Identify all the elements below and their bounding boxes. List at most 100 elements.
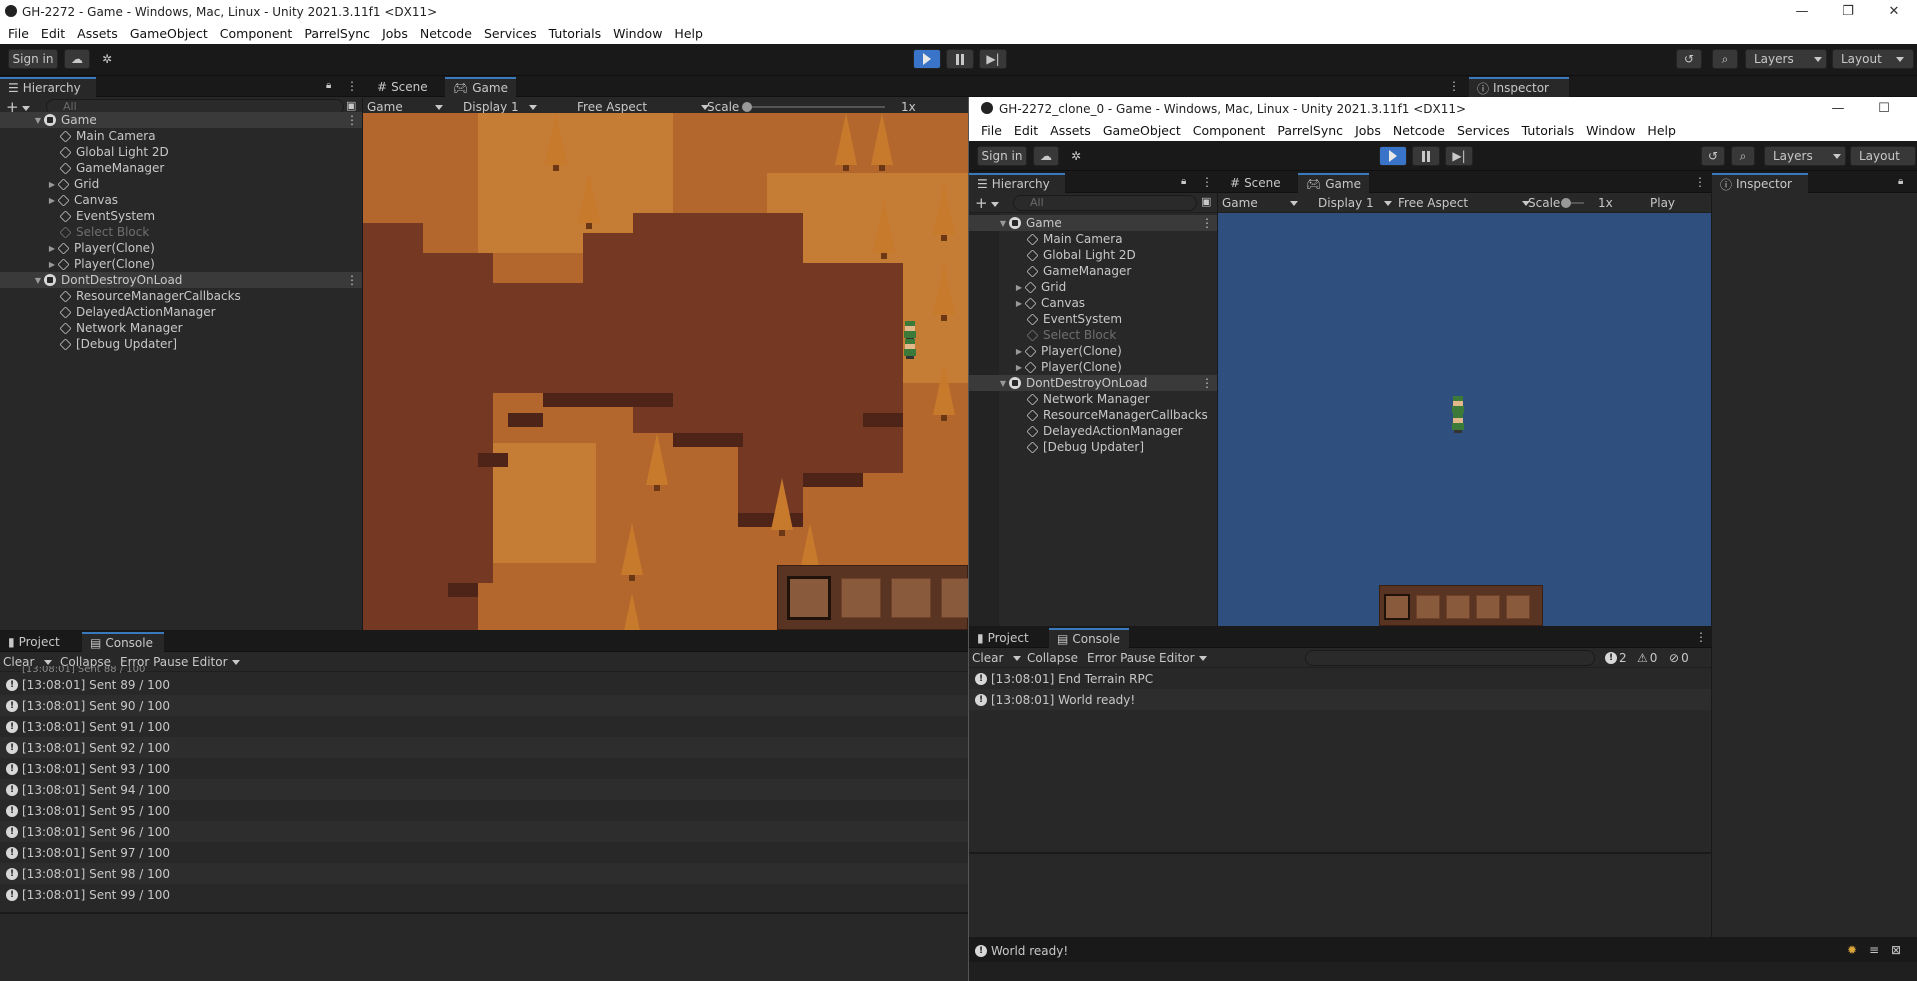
expand-arrow-icon[interactable]: ▶: [46, 244, 58, 253]
layers-dropdown[interactable]: Layers: [1745, 49, 1827, 69]
hierarchy-item[interactable]: ResourceManagerCallbacks: [969, 407, 1217, 423]
tab-inspector[interactable]: ⓘ Inspector: [1469, 77, 1569, 97]
debug-icon[interactable]: ⊠: [1891, 943, 1901, 957]
console-row[interactable]: ! [13:08:01] Sent 93 / 100: [0, 758, 968, 779]
console-detail-divider[interactable]: [969, 852, 1711, 854]
console-row[interactable]: ! [13:08:01] End Terrain RPC: [969, 668, 1711, 689]
layout-dropdown[interactable]: Layout: [1850, 146, 1916, 166]
console-row[interactable]: ! [13:08:01] Sent 94 / 100: [0, 779, 968, 800]
console-row[interactable]: [13:08:01] Sent 88 / 100: [0, 666, 968, 674]
hotbar-slot-selected[interactable]: [787, 576, 831, 620]
game-view-dropdown[interactable]: Game: [1222, 194, 1298, 212]
menu-help[interactable]: Help: [1641, 123, 1682, 138]
scale-slider[interactable]: [742, 102, 885, 112]
scale-slider[interactable]: [1561, 198, 1584, 208]
play-button[interactable]: [913, 49, 941, 69]
hierarchy-item[interactable]: DelayedActionManager: [969, 423, 1217, 439]
hierarchy-item-disabled[interactable]: Select Block: [0, 224, 362, 240]
hierarchy-item[interactable]: Global Light 2D: [969, 247, 1217, 263]
scene-visibility-icon[interactable]: ▣: [1201, 195, 1211, 208]
step-button[interactable]: ▶|: [979, 49, 1007, 69]
hierarchy-item[interactable]: Global Light 2D: [0, 144, 362, 160]
collab-icon[interactable]: ✲: [1065, 146, 1087, 166]
add-dropdown-icon[interactable]: [991, 202, 999, 207]
display-dropdown[interactable]: Display 1: [1318, 194, 1392, 212]
sign-in-button[interactable]: Sign in: [8, 49, 58, 69]
menu-tutorials[interactable]: Tutorials: [543, 26, 607, 41]
play-focus-dropdown[interactable]: Play: [1650, 194, 1675, 212]
hierarchy-item[interactable]: ▶ Grid: [0, 176, 362, 192]
kebab-menu-icon[interactable]: ⋮: [346, 273, 358, 287]
hotbar-slot[interactable]: [1476, 595, 1500, 619]
layout-dropdown[interactable]: Layout: [1832, 49, 1914, 69]
lock-icon[interactable]: 🔒︎: [1898, 176, 1903, 187]
error-pause-toggle[interactable]: Error Pause: [1087, 649, 1155, 667]
console-detail-divider[interactable]: [0, 912, 968, 914]
hierarchy-item[interactable]: ▶ Canvas: [969, 295, 1217, 311]
lock-icon[interactable]: 🔒︎: [1181, 176, 1186, 187]
console-row[interactable]: ! [13:08:01] Sent 99 / 100: [0, 884, 968, 905]
menu-tutorials[interactable]: Tutorials: [1516, 123, 1580, 138]
lock-icon[interactable]: 🔒︎: [326, 80, 331, 91]
main-game-render[interactable]: [363, 113, 968, 630]
menu-jobs[interactable]: Jobs: [1349, 123, 1387, 138]
expand-arrow-icon[interactable]: ▶: [46, 180, 58, 189]
kebab-menu-icon[interactable]: ⋮: [346, 79, 358, 93]
hierarchy-item[interactable]: EventSystem: [969, 311, 1217, 327]
menu-gameobject[interactable]: GameObject: [1097, 123, 1187, 138]
clone-minimize-button[interactable]: —: [1815, 97, 1861, 119]
hierarchy-item[interactable]: [Debug Updater]: [969, 439, 1217, 455]
minimize-button[interactable]: —: [1779, 0, 1825, 22]
collab-icon[interactable]: ✲: [96, 49, 118, 69]
layers-dropdown[interactable]: Layers: [1764, 146, 1846, 166]
add-dropdown-icon[interactable]: [22, 106, 30, 111]
tab-inspector[interactable]: ⓘ Inspector: [1712, 173, 1808, 193]
hierarchy-item[interactable]: Network Manager: [0, 320, 362, 336]
warning-count-toggle[interactable]: ⚠ 0: [1637, 649, 1657, 667]
tab-hierarchy[interactable]: ☰ Hierarchy: [969, 173, 1065, 193]
menu-edit[interactable]: Edit: [1008, 123, 1044, 138]
menu-edit[interactable]: Edit: [35, 26, 71, 41]
hierarchy-item[interactable]: ▶ Player(Clone): [0, 256, 362, 272]
cloud-icon[interactable]: ☁: [1033, 146, 1059, 166]
aspect-dropdown[interactable]: Free Aspect: [1398, 194, 1531, 212]
play-button[interactable]: [1379, 146, 1407, 166]
kebab-menu-icon[interactable]: ⋮: [1201, 376, 1213, 390]
menu-jobs[interactable]: Jobs: [376, 26, 414, 41]
hierarchy-item-disabled[interactable]: Select Block: [969, 327, 1217, 343]
tab-hierarchy[interactable]: ☰ Hierarchy: [0, 77, 96, 97]
console-row[interactable]: ! [13:08:01] Sent 97 / 100: [0, 842, 968, 863]
lighting-icon[interactable]: ✹: [1847, 943, 1857, 957]
hierarchy-item[interactable]: ▶ Grid: [969, 279, 1217, 295]
expand-arrow-icon[interactable]: ▶: [46, 196, 58, 205]
hierarchy-item[interactable]: ▶ Canvas: [0, 192, 362, 208]
tab-console[interactable]: ▤ Console: [82, 632, 164, 652]
search-icon[interactable]: ⌕: [1731, 146, 1755, 166]
hierarchy-scene-dontdestroyonload[interactable]: ▼ DontDestroyOnLoad ⋮: [969, 375, 1217, 391]
console-row[interactable]: ! [13:08:01] Sent 89 / 100: [0, 674, 968, 695]
console-row[interactable]: ! [13:08:01] World ready!: [969, 689, 1711, 710]
menu-help[interactable]: Help: [668, 26, 709, 41]
expand-arrow-icon[interactable]: ▶: [1013, 347, 1025, 356]
close-button[interactable]: ✕: [1871, 0, 1917, 22]
hierarchy-scene-game[interactable]: ▼ Game ⋮: [0, 112, 362, 128]
hierarchy-scene-dontdestroyonload[interactable]: ▼ DontDestroyOnLoad ⋮: [0, 272, 362, 288]
clone-game-render[interactable]: [1218, 213, 1711, 626]
hotbar-slot[interactable]: [1416, 595, 1440, 619]
scale-slider-handle[interactable]: [742, 102, 752, 112]
menu-assets[interactable]: Assets: [71, 26, 124, 41]
tab-game[interactable]: 🎮︎ Game: [1298, 173, 1369, 193]
tab-project[interactable]: ▮ Project: [969, 628, 1037, 648]
tab-scene[interactable]: # Scene: [1222, 173, 1289, 193]
cloud-icon[interactable]: ☁: [64, 49, 90, 69]
scale-slider-handle[interactable]: [1561, 198, 1571, 208]
tab-game[interactable]: 🎮︎ Game: [445, 77, 516, 97]
kebab-menu-icon[interactable]: ⋮: [1695, 630, 1707, 644]
hierarchy-item[interactable]: Main Camera: [0, 128, 362, 144]
hierarchy-item[interactable]: ▶ Player(Clone): [969, 359, 1217, 375]
hierarchy-item[interactable]: ▶ Player(Clone): [0, 240, 362, 256]
hierarchy-item[interactable]: [Debug Updater]: [0, 336, 362, 352]
hotbar-slot-selected[interactable]: [1384, 594, 1410, 620]
clear-dropdown[interactable]: Clear: [972, 649, 1022, 667]
hierarchy-scene-game[interactable]: ▼ Game ⋮: [969, 215, 1217, 231]
